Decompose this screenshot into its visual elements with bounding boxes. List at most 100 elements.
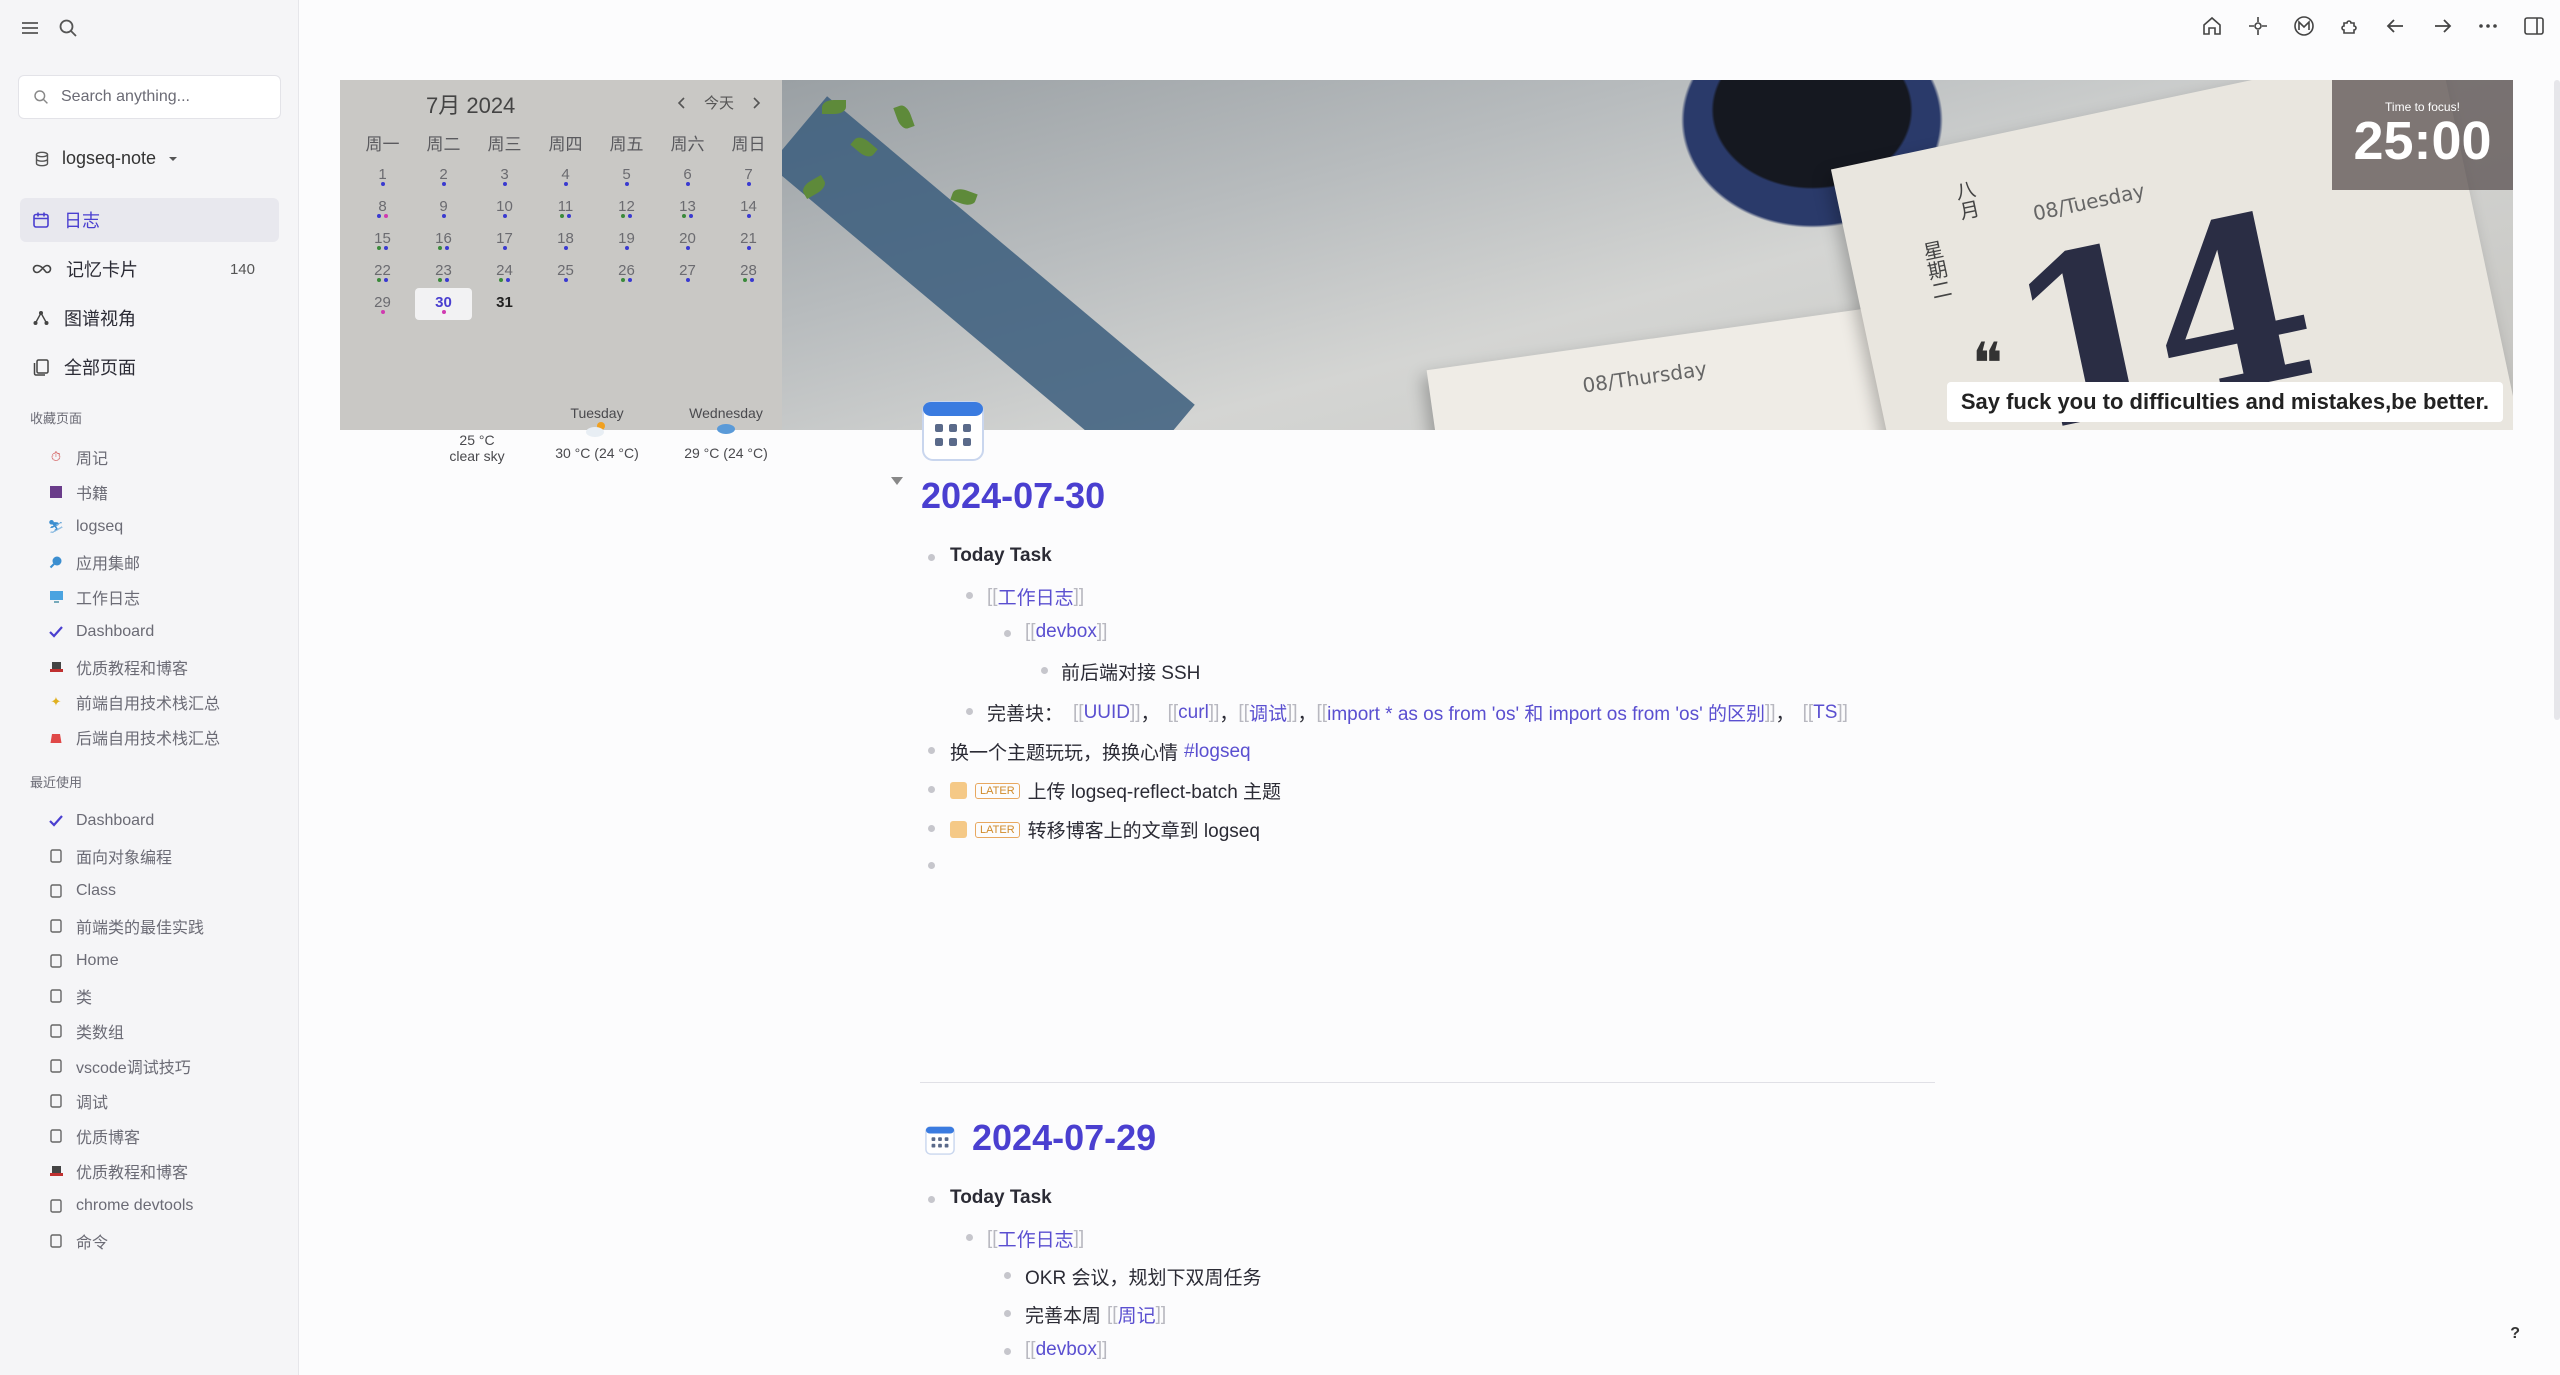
recent-item[interactable]: chrome devtools (48, 1188, 288, 1223)
block-okr[interactable]: OKR 会议，规划下双周任务 (1025, 1263, 1261, 1290)
calendar-day[interactable]: 28 (718, 256, 779, 288)
favorite-item[interactable]: Dashboard (48, 614, 288, 649)
block-devbox-ref[interactable]: [[devbox]] (1025, 621, 1107, 643)
page-ref[interactable]: 工作日志 (998, 1225, 1074, 1252)
favorite-item[interactable]: 优质教程和博客 (48, 649, 288, 684)
chevron-left-icon[interactable] (676, 96, 686, 110)
page-ref[interactable]: curl (1178, 702, 1209, 724)
block-task[interactable]: LATER 转移博客上的文章到 logseq (950, 816, 1260, 843)
page-ref[interactable]: devbox (1036, 621, 1097, 643)
block-bullet[interactable] (1004, 1272, 1011, 1279)
nav-graph-view[interactable]: 图谱视角 (20, 296, 279, 340)
recent-item[interactable]: 类数组 (48, 1013, 288, 1048)
markdown-icon[interactable] (2292, 14, 2316, 38)
block-bullet[interactable] (1041, 667, 1048, 674)
calendar-day[interactable]: 31 (474, 288, 535, 320)
block-today-task[interactable]: Today Task (950, 1187, 1052, 1209)
block-bullet[interactable] (928, 825, 935, 832)
recent-item[interactable]: 面向对象编程 (48, 838, 288, 873)
block-theme[interactable]: 换一个主题玩玩，换换心情 #logseq (950, 738, 1251, 765)
later-marker[interactable]: LATER (975, 821, 1020, 838)
favorite-item[interactable]: 应用集邮 (48, 544, 288, 579)
calendar-day[interactable]: 17 (474, 224, 535, 256)
calendar-day[interactable]: 27 (657, 256, 718, 288)
block-bullet[interactable] (928, 1196, 935, 1203)
back-arrow-icon[interactable] (2384, 14, 2408, 38)
favorite-item[interactable]: ⏱ 周记 (48, 439, 288, 474)
block-bullet-empty[interactable] (928, 862, 935, 869)
recent-item[interactable]: 前端类的最佳实践 (48, 908, 288, 943)
calendar-day[interactable]: 10 (474, 192, 535, 224)
page-ref[interactable]: UUID (1084, 702, 1130, 724)
home-icon[interactable] (2200, 14, 2224, 38)
calendar-day[interactable]: 26 (596, 256, 657, 288)
favorite-item[interactable]: 书籍 (48, 474, 288, 509)
search-icon[interactable] (58, 18, 78, 38)
block-today-task[interactable]: Today Task (950, 545, 1052, 567)
calendar-day[interactable]: 24 (474, 256, 535, 288)
favorite-item[interactable]: 工作日志 (48, 579, 288, 614)
block-bullet[interactable] (1004, 1310, 1011, 1317)
block-devbox-ref[interactable]: [[devbox]] (1025, 1339, 1107, 1361)
calendar-day[interactable]: 3 (474, 160, 535, 192)
block-bullet[interactable] (966, 1234, 973, 1241)
nav-all-pages[interactable]: 全部页面 (20, 345, 279, 389)
block-improve[interactable]: 完善块： [[UUID]]， [[curl]]， [[调试]]， [[impor… (987, 699, 1848, 726)
calendar-day[interactable]: 4 (535, 160, 596, 192)
recent-item[interactable]: 调试 (48, 1083, 288, 1118)
block-worklog-ref[interactable]: [[工作日志]] (987, 1225, 1084, 1252)
task-checkbox[interactable] (950, 821, 967, 838)
page-ref[interactable]: TS (1813, 702, 1837, 724)
recent-item[interactable]: 类 (48, 978, 288, 1013)
calendar-day[interactable]: 9 (413, 192, 474, 224)
block-worklog-ref[interactable]: [[工作日志]] (987, 583, 1084, 610)
favorite-item[interactable]: ⛷ logseq (48, 509, 288, 544)
page-ref[interactable]: devbox (1036, 1339, 1097, 1361)
recent-item[interactable]: vscode调试技巧 (48, 1048, 288, 1083)
nav-journals[interactable]: 日志 (20, 198, 279, 242)
recent-item[interactable]: Class (48, 873, 288, 908)
block-ssh[interactable]: 前后端对接 SSH (1061, 658, 1200, 685)
calendar-day[interactable]: 14 (718, 192, 779, 224)
search-box[interactable] (18, 75, 281, 119)
plugin-icon[interactable] (2338, 14, 2362, 38)
calendar-day[interactable]: 7 (718, 160, 779, 192)
calendar-day[interactable]: 25 (535, 256, 596, 288)
sync-icon[interactable] (2246, 14, 2270, 38)
favorite-item[interactable]: 后端自用技术栈汇总 (48, 719, 288, 754)
help-button[interactable]: ? (2510, 1325, 2520, 1343)
calendar-day[interactable]: 5 (596, 160, 657, 192)
calendar-day[interactable]: 19 (596, 224, 657, 256)
block-bullet[interactable] (928, 554, 935, 561)
calendar-day[interactable]: 13 (657, 192, 718, 224)
calendar-day[interactable]: 8 (352, 192, 413, 224)
block-bullet[interactable] (1004, 1348, 1011, 1355)
calendar-day[interactable]: 6 (657, 160, 718, 192)
block-bullet[interactable] (928, 786, 935, 793)
recent-item[interactable]: 优质博客 (48, 1118, 288, 1153)
journal-title[interactable]: 2024-07-29 (972, 1117, 1156, 1159)
recent-item[interactable]: Dashboard (48, 803, 288, 838)
page-ref[interactable]: 工作日志 (998, 583, 1074, 610)
page-ref[interactable]: import * as os from 'os' 和 import os fro… (1327, 699, 1765, 726)
block-bullet[interactable] (966, 592, 973, 599)
graph-selector[interactable]: logseq-note (34, 148, 178, 169)
tag-link[interactable]: #logseq (1184, 741, 1251, 763)
forward-arrow-icon[interactable] (2430, 14, 2454, 38)
recent-item[interactable]: 命令 (48, 1223, 288, 1258)
menu-icon[interactable] (20, 18, 40, 38)
calendar-day[interactable]: 11 (535, 192, 596, 224)
calendar-day[interactable]: 2 (413, 160, 474, 192)
later-marker[interactable]: LATER (975, 782, 1020, 799)
nav-flashcards[interactable]: 记忆卡片 140 (20, 247, 279, 291)
scrollbar[interactable] (2554, 80, 2560, 720)
search-input[interactable] (61, 88, 261, 106)
calendar-day[interactable]: 16 (413, 224, 474, 256)
page-ref[interactable]: 周记 (1118, 1301, 1156, 1328)
calendar-day[interactable]: 18 (535, 224, 596, 256)
more-icon[interactable] (2476, 14, 2500, 38)
recent-item[interactable]: 优质教程和博客 (48, 1153, 288, 1188)
calendar-day[interactable]: 1 (352, 160, 413, 192)
favorite-item[interactable]: ✦ 前端自用技术栈汇总 (48, 684, 288, 719)
recent-item[interactable]: Home (48, 943, 288, 978)
